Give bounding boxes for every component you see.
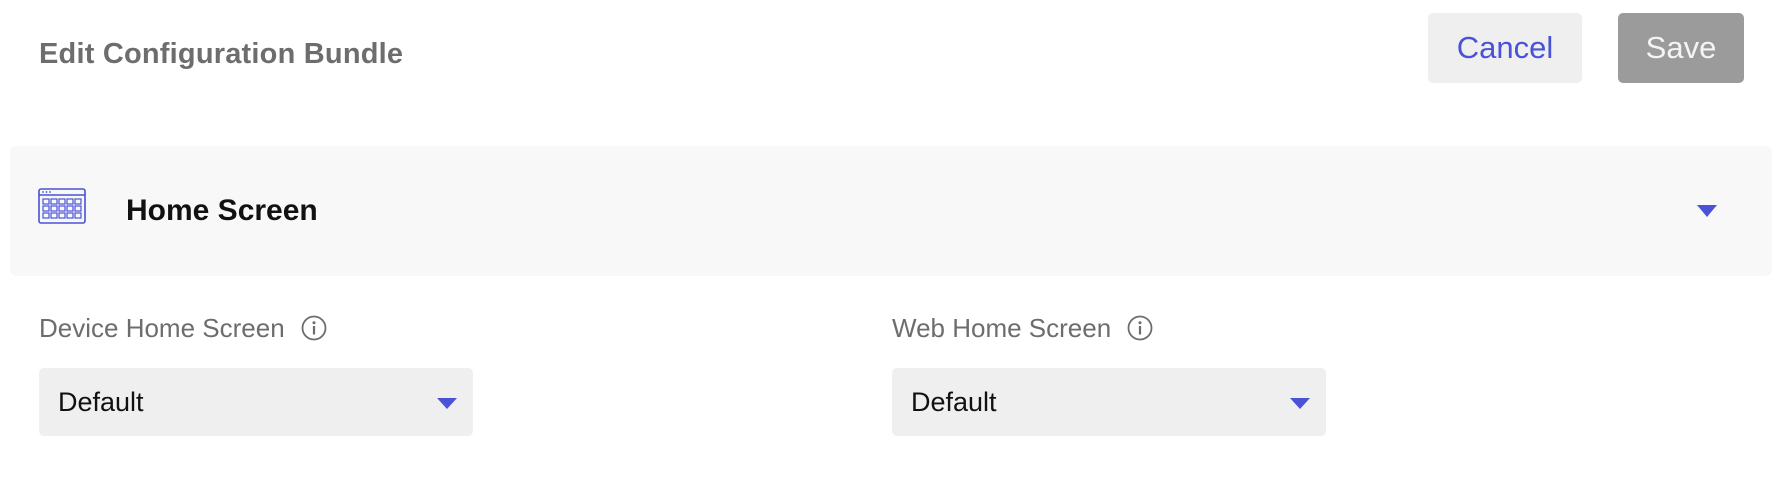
device-home-screen-select[interactable]: Default [39,368,473,436]
device-home-screen-label: Device Home Screen [39,312,285,343]
web-home-screen-label: Web Home Screen [892,312,1112,343]
chevron-down-icon [437,398,457,409]
save-button[interactable]: Save [1618,13,1744,83]
web-home-screen-label-row: Web Home Screen [892,308,1153,348]
device-home-screen-label-row: Device Home Screen [39,308,327,348]
page-header: Edit Configuration Bundle Cancel Save [0,0,1780,120]
page-title: Edit Configuration Bundle [39,38,404,70]
info-icon[interactable] [1127,315,1153,341]
web-home-screen-field: Web Home Screen Default [892,308,1326,436]
chevron-down-icon[interactable] [1697,205,1717,217]
device-home-screen-value: Default [58,387,144,417]
cancel-button[interactable]: Cancel [1428,13,1582,83]
web-home-screen-value: Default [911,387,997,417]
chevron-down-icon [1290,398,1310,409]
web-home-screen-select[interactable]: Default [892,368,1326,436]
section-title: Home Screen [126,194,318,227]
home-screen-section-header[interactable]: Home Screen [10,146,1772,276]
home-screen-grid-icon [38,188,86,224]
info-icon[interactable] [301,315,327,341]
device-home-screen-field: Device Home Screen Default [39,308,473,436]
